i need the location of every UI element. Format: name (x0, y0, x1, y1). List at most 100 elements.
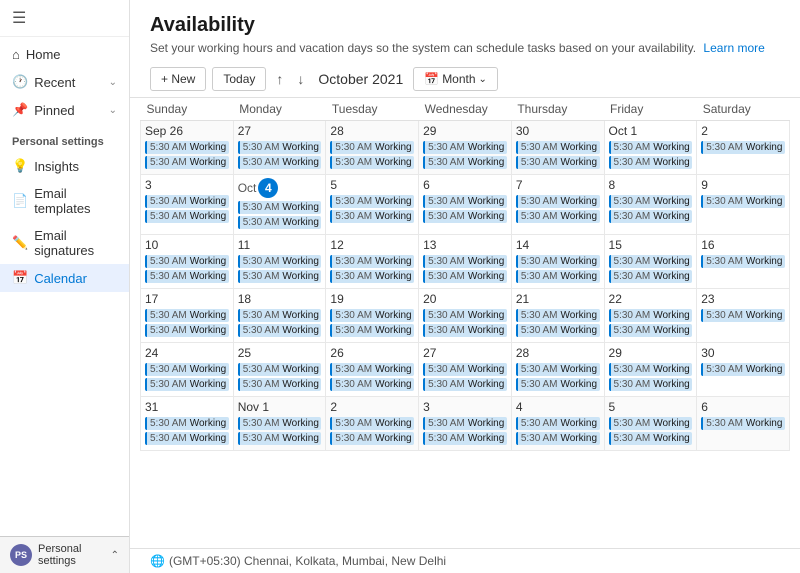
day-event[interactable]: 5:30 AMWorking⟳ (609, 255, 693, 268)
day-event[interactable]: 5:30 AMWorking (701, 255, 785, 268)
day-event[interactable]: 5:30 AMWorking⟳ (609, 141, 693, 154)
day-event[interactable]: 5:30 AMWorking⟳ (516, 255, 600, 268)
table-row[interactable]: 35:30 AMWorking⟳5:30 AMWorking⟳ (141, 175, 234, 235)
sidebar-item-home[interactable]: ⌂ Home (0, 41, 129, 68)
day-event[interactable]: 5:30 AMWorking (701, 141, 785, 154)
day-event[interactable]: 5:30 AMWorking (701, 363, 785, 376)
day-event[interactable]: 5:30 AMWorking⟳ (516, 417, 600, 430)
day-event[interactable]: 5:30 AMWorking⟳ (330, 141, 414, 154)
sidebar-item-email-templates[interactable]: 📄 Email templates (0, 180, 129, 222)
table-row[interactable]: 205:30 AMWorking⟳5:30 AMWorking⟳ (419, 289, 512, 343)
day-event[interactable]: 5:30 AMWorking⟳ (330, 255, 414, 268)
table-row[interactable]: 155:30 AMWorking⟳5:30 AMWorking⟳ (604, 235, 697, 289)
table-row[interactable]: 35:30 AMWorking⟳5:30 AMWorking⟳ (419, 397, 512, 451)
day-event[interactable]: 5:30 AMWorking⟳ (330, 309, 414, 322)
day-event[interactable]: 5:30 AMWorking⟳ (516, 432, 600, 445)
day-event[interactable]: 5:30 AMWorking⟳ (330, 210, 414, 223)
day-event[interactable]: 5:30 AMWorking⟳ (423, 270, 507, 283)
table-row[interactable]: 195:30 AMWorking⟳5:30 AMWorking⟳ (326, 289, 419, 343)
table-row[interactable]: 255:30 AMWorking⟳5:30 AMWorking⟳ (233, 343, 326, 397)
day-event[interactable]: 5:30 AMWorking⟳ (609, 270, 693, 283)
day-event[interactable]: 5:30 AMWorking⟳ (516, 195, 600, 208)
table-row[interactable]: 145:30 AMWorking⟳5:30 AMWorking⟳ (511, 235, 604, 289)
table-row[interactable]: 105:30 AMWorking⟳5:30 AMWorking⟳ (141, 235, 234, 289)
day-event[interactable]: 5:30 AMWorking (701, 195, 785, 208)
table-row[interactable]: 175:30 AMWorking⟳5:30 AMWorking⟳ (141, 289, 234, 343)
day-event[interactable]: 5:30 AMWorking⟳ (145, 255, 229, 268)
next-nav-button[interactable]: ↓ (293, 69, 308, 89)
table-row[interactable]: Oct 15:30 AMWorking⟳5:30 AMWorking⟳ (604, 121, 697, 175)
table-row[interactable]: Sep 265:30 AMWorking⟳5:30 AMWorking⟳ (141, 121, 234, 175)
day-event[interactable]: 5:30 AMWorking⟳ (145, 141, 229, 154)
day-event[interactable]: 5:30 AMWorking⟳ (145, 378, 229, 391)
today-button[interactable]: Today (212, 67, 266, 91)
day-event[interactable]: 5:30 AMWorking⟳ (238, 201, 322, 214)
day-event[interactable]: 5:30 AMWorking⟳ (330, 156, 414, 169)
table-row[interactable]: 95:30 AMWorking (697, 175, 790, 235)
day-event[interactable]: 5:30 AMWorking⟳ (145, 417, 229, 430)
table-row[interactable]: 225:30 AMWorking⟳5:30 AMWorking⟳ (604, 289, 697, 343)
sidebar-item-recent[interactable]: 🕐 Recent ⌄ (0, 68, 129, 96)
table-row[interactable]: 265:30 AMWorking⟳5:30 AMWorking⟳ (326, 343, 419, 397)
day-event[interactable]: 5:30 AMWorking⟳ (238, 156, 322, 169)
day-event[interactable]: 5:30 AMWorking⟳ (145, 432, 229, 445)
day-event[interactable]: 5:30 AMWorking⟳ (423, 156, 507, 169)
day-event[interactable]: 5:30 AMWorking⟳ (516, 378, 600, 391)
sidebar-item-pinned[interactable]: 📌 Pinned ⌄ (0, 96, 129, 124)
day-event[interactable]: 5:30 AMWorking⟳ (330, 363, 414, 376)
day-event[interactable]: 5:30 AMWorking⟳ (238, 309, 322, 322)
personal-settings-bottom[interactable]: PS Personal settings ⌃ (0, 536, 129, 573)
day-event[interactable]: 5:30 AMWorking⟳ (609, 210, 693, 223)
table-row[interactable]: 215:30 AMWorking⟳5:30 AMWorking⟳ (511, 289, 604, 343)
table-row[interactable]: 55:30 AMWorking⟳5:30 AMWorking⟳ (604, 397, 697, 451)
day-event[interactable]: 5:30 AMWorking⟳ (516, 363, 600, 376)
day-event[interactable]: 5:30 AMWorking⟳ (423, 432, 507, 445)
day-event[interactable]: 5:30 AMWorking⟳ (238, 363, 322, 376)
learn-more-link[interactable]: Learn more (703, 41, 764, 55)
new-button[interactable]: + New (150, 67, 206, 91)
day-event[interactable]: 5:30 AMWorking⟳ (145, 309, 229, 322)
day-event[interactable]: 5:30 AMWorking⟳ (609, 363, 693, 376)
day-event[interactable]: 5:30 AMWorking⟳ (330, 417, 414, 430)
day-event[interactable]: 5:30 AMWorking⟳ (145, 156, 229, 169)
day-event[interactable]: 5:30 AMWorking⟳ (330, 432, 414, 445)
sidebar-item-email-signatures[interactable]: ✏️ Email signatures (0, 222, 129, 264)
day-event[interactable]: 5:30 AMWorking⟳ (516, 270, 600, 283)
table-row[interactable]: 135:30 AMWorking⟳5:30 AMWorking⟳ (419, 235, 512, 289)
day-event[interactable]: 5:30 AMWorking⟳ (609, 156, 693, 169)
table-row[interactable]: 65:30 AMWorking⟳5:30 AMWorking⟳ (419, 175, 512, 235)
table-row[interactable]: 275:30 AMWorking⟳5:30 AMWorking⟳ (419, 343, 512, 397)
day-event[interactable]: 5:30 AMWorking⟳ (423, 378, 507, 391)
day-event[interactable]: 5:30 AMWorking⟳ (145, 210, 229, 223)
day-event[interactable]: 5:30 AMWorking⟳ (238, 324, 322, 337)
table-row[interactable]: 115:30 AMWorking⟳5:30 AMWorking⟳ (233, 235, 326, 289)
table-row[interactable]: 45:30 AMWorking⟳5:30 AMWorking⟳ (511, 397, 604, 451)
day-event[interactable]: 5:30 AMWorking⟳ (609, 432, 693, 445)
day-event[interactable]: 5:30 AMWorking⟳ (516, 324, 600, 337)
day-event[interactable]: 5:30 AMWorking⟳ (609, 378, 693, 391)
table-row[interactable]: 285:30 AMWorking⟳5:30 AMWorking⟳ (511, 343, 604, 397)
sidebar-item-insights[interactable]: 💡 Insights (0, 152, 129, 180)
day-event[interactable]: 5:30 AMWorking⟳ (609, 417, 693, 430)
table-row[interactable]: 185:30 AMWorking⟳5:30 AMWorking⟳ (233, 289, 326, 343)
day-event[interactable]: 5:30 AMWorking⟳ (238, 432, 322, 445)
day-event[interactable]: 5:30 AMWorking⟳ (423, 309, 507, 322)
day-event[interactable]: 5:30 AMWorking⟳ (423, 417, 507, 430)
sidebar-item-calendar[interactable]: 📅 Calendar (0, 264, 129, 292)
table-row[interactable]: 305:30 AMWorking (697, 343, 790, 397)
day-event[interactable]: 5:30 AMWorking⟳ (238, 216, 322, 229)
day-event[interactable]: 5:30 AMWorking⟳ (516, 141, 600, 154)
table-row[interactable]: 25:30 AMWorking⟳5:30 AMWorking⟳ (326, 397, 419, 451)
table-row[interactable]: 285:30 AMWorking⟳5:30 AMWorking⟳ (326, 121, 419, 175)
day-event[interactable]: 5:30 AMWorking⟳ (423, 324, 507, 337)
table-row[interactable]: 275:30 AMWorking⟳5:30 AMWorking⟳ (233, 121, 326, 175)
day-event[interactable]: 5:30 AMWorking⟳ (423, 363, 507, 376)
table-row[interactable]: 295:30 AMWorking⟳5:30 AMWorking⟳ (419, 121, 512, 175)
table-row[interactable]: 25:30 AMWorking (697, 121, 790, 175)
day-event[interactable]: 5:30 AMWorking (701, 309, 785, 322)
table-row[interactable]: 125:30 AMWorking⟳5:30 AMWorking⟳ (326, 235, 419, 289)
day-event[interactable]: 5:30 AMWorking⟳ (145, 363, 229, 376)
table-row[interactable]: 295:30 AMWorking⟳5:30 AMWorking⟳ (604, 343, 697, 397)
day-event[interactable]: 5:30 AMWorking⟳ (330, 324, 414, 337)
day-event[interactable]: 5:30 AMWorking⟳ (423, 210, 507, 223)
